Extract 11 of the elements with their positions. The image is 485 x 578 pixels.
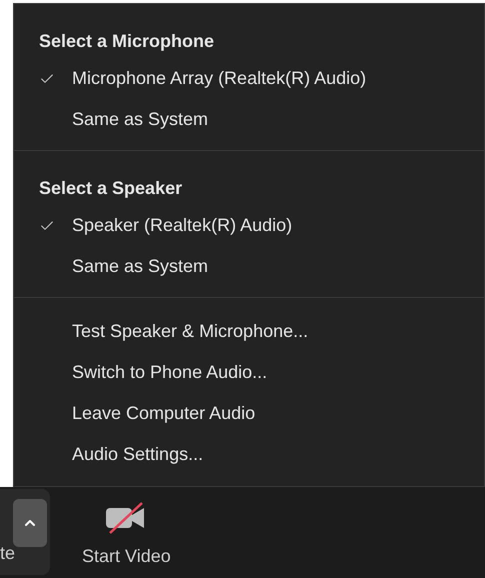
menu-item[interactable]: Same as System [14, 99, 484, 140]
menu-item[interactable]: Audio Settings... [14, 434, 484, 475]
mute-button[interactable]: te [0, 489, 50, 575]
menu-item[interactable]: Leave Computer Audio [14, 393, 484, 434]
menu-item[interactable]: Same as System [14, 246, 484, 287]
menu-item[interactable]: Switch to Phone Audio... [14, 352, 484, 393]
menu-item[interactable]: Test Speaker & Microphone... [14, 311, 484, 352]
section-heading: Select a Microphone [38, 30, 216, 53]
caret-button[interactable] [13, 499, 47, 547]
video-button[interactable]: Start Video [82, 501, 171, 570]
section-heading: Select a Speaker [38, 176, 184, 200]
